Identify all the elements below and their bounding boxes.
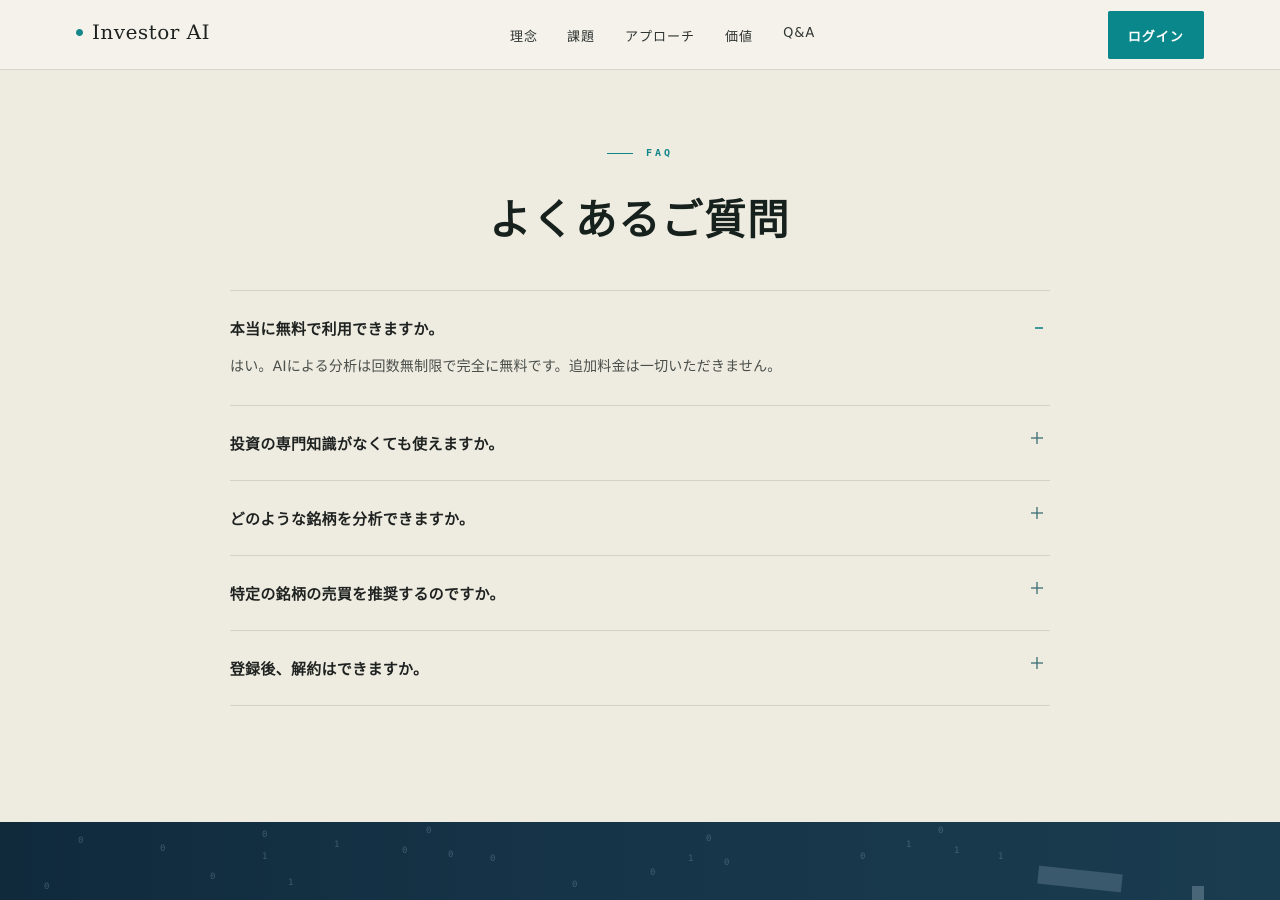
faq-question-toggle[interactable]: 投資の専門知識がなくても使えますか。 <box>230 406 1050 480</box>
binary-digit-decoration: 0 <box>426 826 432 836</box>
section-title: よくあるご質問 <box>489 195 791 244</box>
binary-digit-decoration: 0 <box>78 836 84 846</box>
binary-digit-decoration: 0 <box>650 868 656 878</box>
faq-question-toggle[interactable]: 登録後、解約はできますか。 <box>230 631 1050 705</box>
binary-digit-decoration: 0 <box>724 858 730 868</box>
eyebrow-divider <box>606 153 633 154</box>
login-button[interactable]: ログイン <box>1108 11 1204 59</box>
footer-hero-band: 0 0 0 1 0 1 0 0 0 0 1 0 0 1 0 0 0 1 1 1 … <box>0 822 1280 900</box>
faq-item: 本当に無料で利用できますか。 はい。AIによる分析は回数無制限で完全に無料です。… <box>230 291 1050 406</box>
nav-item-issues[interactable]: 課題 <box>567 26 595 45</box>
binary-digit-decoration: 0 <box>402 846 408 856</box>
binary-digit-decoration: 0 <box>160 844 166 854</box>
minus-icon[interactable] <box>1032 321 1046 335</box>
nav-item-philosophy[interactable]: 理念 <box>510 26 538 45</box>
nav-item-qa[interactable]: Q&A <box>783 26 815 45</box>
faq-question-toggle[interactable]: 特定の銘柄の売買を推奨するのですか。 <box>230 556 1050 630</box>
logo-dot-icon <box>76 28 83 36</box>
faq-question-text: 投資の専門知識がなくても使えますか。 <box>230 435 504 453</box>
binary-digit-decoration: 0 <box>448 850 454 860</box>
faq-question-toggle[interactable]: どのような銘柄を分析できますか。 <box>230 481 1050 555</box>
plus-icon[interactable] <box>1030 581 1044 595</box>
faq-item: 登録後、解約はできますか。 <box>230 631 1050 706</box>
faq-item: どのような銘柄を分析できますか。 <box>230 481 1050 556</box>
binary-digit-decoration: 1 <box>688 854 694 864</box>
faq-question-text: 登録後、解約はできますか。 <box>230 660 429 678</box>
binary-digit-decoration: 1 <box>998 852 1004 862</box>
section-eyebrow: FAQ <box>0 148 1280 159</box>
faq-item: 特定の銘柄の売買を推奨するのですか。 <box>230 556 1050 631</box>
plus-icon[interactable] <box>1030 506 1044 520</box>
binary-digit-decoration: 0 <box>210 872 216 882</box>
binary-digit-decoration: 0 <box>262 830 268 840</box>
binary-digit-decoration: 1 <box>288 878 294 888</box>
binary-digit-decoration: 1 <box>262 852 268 862</box>
faq-list: 本当に無料で利用できますか。 はい。AIによる分析は回数無制限で完全に無料です。… <box>230 290 1050 706</box>
background-shape <box>1192 886 1204 900</box>
faq-question-toggle[interactable]: 本当に無料で利用できますか。 <box>230 291 1050 366</box>
faq-question-text: 特定の銘柄の売買を推奨するのですか。 <box>230 585 506 603</box>
faq-item: 投資の専門知識がなくても使えますか。 <box>230 406 1050 481</box>
logo-text: Investor AI <box>92 20 211 44</box>
nav-item-value[interactable]: 価値 <box>725 26 753 45</box>
binary-digit-decoration: 1 <box>954 846 960 856</box>
binary-digit-decoration: 0 <box>860 852 866 862</box>
eyebrow-label: FAQ <box>645 148 674 159</box>
faq-question-text: どのような銘柄を分析できますか。 <box>230 510 475 528</box>
binary-digit-decoration: 0 <box>706 834 712 844</box>
binary-digit-decoration: 1 <box>334 840 340 850</box>
binary-digit-decoration: 0 <box>572 880 578 890</box>
plus-icon[interactable] <box>1030 656 1044 670</box>
main-nav: 理念 課題 アプローチ 価値 Q&A <box>510 26 815 45</box>
binary-digit-decoration: 0 <box>938 826 944 836</box>
binary-digit-decoration: 0 <box>44 882 50 892</box>
nav-item-approach[interactable]: アプローチ <box>625 26 695 45</box>
faq-question-text: 本当に無料で利用できますか。 <box>230 320 444 338</box>
background-shape <box>1037 865 1123 893</box>
binary-digit-decoration: 1 <box>906 840 912 850</box>
logo[interactable]: Investor AI <box>76 20 210 44</box>
binary-digit-decoration: 0 <box>490 854 496 864</box>
site-header: Investor AI 理念 課題 アプローチ 価値 Q&A ログイン <box>0 0 1280 70</box>
plus-icon[interactable] <box>1030 431 1044 445</box>
